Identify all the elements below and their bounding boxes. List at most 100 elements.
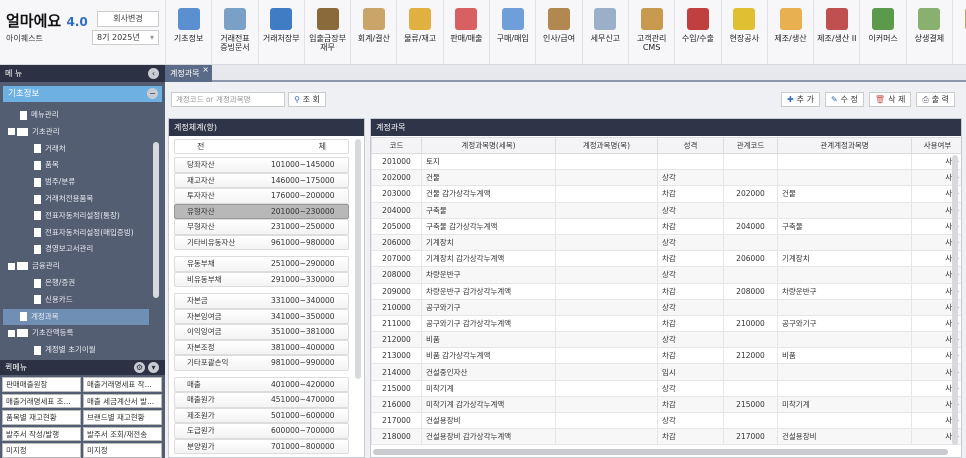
collapse-sidebar-icon[interactable]: ‹ bbox=[148, 68, 159, 79]
quick-menu-item[interactable]: 발주서 작성/발행 bbox=[2, 426, 81, 441]
collapse-icon[interactable] bbox=[8, 329, 15, 337]
search-button[interactable]: ⚲ 조 회 bbox=[288, 92, 326, 107]
module-button[interactable]: 입출금장부 재무 bbox=[303, 0, 350, 64]
account-group-row[interactable]: 당좌자산 101000~145000 bbox=[174, 157, 349, 173]
quick-menu-item[interactable]: 품목별 재고현황 bbox=[2, 410, 81, 425]
column-header[interactable]: 사용여부 bbox=[911, 137, 961, 154]
quick-menu-item[interactable]: 판매매출원장 bbox=[2, 377, 81, 392]
table-row[interactable]: 217000건설용장비상각사용 bbox=[371, 411, 961, 430]
menu-item[interactable]: 범주/분류 bbox=[34, 174, 75, 190]
menu-item[interactable]: 품목 bbox=[34, 157, 59, 173]
table-row[interactable]: 216000미착기계 감가상각누계액차감215000미착기계사용 bbox=[371, 395, 961, 414]
account-group-row[interactable]: 재고자산 146000~175000 bbox=[174, 172, 349, 188]
table-row[interactable]: 213000비품 감가상각누계액차감212000비품사용 bbox=[371, 347, 961, 365]
account-group-row[interactable]: 자본잉여금 341000~350000 bbox=[174, 308, 349, 324]
column-header[interactable]: 계정과목명(세목) bbox=[421, 137, 556, 154]
module-button[interactable]: 부가 bbox=[952, 0, 966, 64]
category-basic-info[interactable]: 기초정보 − bbox=[3, 86, 162, 102]
account-group-row[interactable]: 무형자산 231000~250000 bbox=[174, 219, 349, 235]
menu-item[interactable]: 거래처 bbox=[34, 141, 66, 157]
edit-button[interactable]: ✎ 수 정 bbox=[824, 92, 864, 107]
column-header[interactable]: 코드 bbox=[371, 137, 422, 154]
module-button[interactable]: 구매/매입 bbox=[489, 0, 535, 64]
module-button[interactable]: 제조/생산 bbox=[766, 0, 813, 64]
delete-button[interactable]: 🗑 삭 제 bbox=[868, 92, 912, 107]
menu-item[interactable]: 신용카드 bbox=[34, 292, 73, 308]
table-row[interactable]: 211000공구와기구 감가상각누계액차감210000공구와기구사용 bbox=[371, 314, 961, 333]
quick-menu-item[interactable]: 매출거래명세표 조... bbox=[2, 393, 81, 408]
module-button[interactable]: 세무신고 bbox=[581, 0, 628, 64]
table-row[interactable]: 215000미착기계상각사용 bbox=[371, 379, 961, 397]
period-select[interactable]: 8기 2025년 bbox=[92, 30, 159, 45]
module-button[interactable]: 수입/수출 bbox=[674, 0, 720, 64]
chevron-down-icon[interactable]: ▾ bbox=[148, 362, 159, 373]
table-row[interactable]: 206000기계장치상각사용 bbox=[371, 233, 961, 252]
menu-item[interactable]: 경영보고서관리 bbox=[34, 241, 93, 257]
account-group-row[interactable]: 도급원가 600000~700000 bbox=[174, 423, 349, 439]
table-row[interactable]: 207000기계장치 감가상각누계액차감206000기계장치사용 bbox=[371, 250, 961, 268]
account-group-row[interactable]: 매출원가 451000~470000 bbox=[174, 392, 349, 408]
menu-item[interactable]: 금융관리 bbox=[8, 258, 60, 274]
account-group-row[interactable]: 이익잉여금 351000~381000 bbox=[174, 324, 349, 340]
tree-scrollbar[interactable] bbox=[153, 142, 159, 298]
menu-item[interactable]: 거래처전용품목 bbox=[34, 191, 93, 207]
module-button[interactable]: 인사/급여 bbox=[535, 0, 581, 64]
table-row[interactable]: 204000구축물상각사용 bbox=[371, 201, 961, 219]
table-row[interactable]: 210000공구와기구상각사용 bbox=[371, 298, 961, 316]
menu-item[interactable]: 은행/증권 bbox=[34, 275, 75, 291]
gear-icon[interactable]: ⚙ bbox=[134, 362, 145, 373]
collapse-icon[interactable] bbox=[8, 262, 15, 270]
quick-menu-item[interactable]: 매출거래명세표 작... bbox=[83, 377, 162, 392]
account-group-row[interactable]: 기타포괄손익 981000~990000 bbox=[174, 355, 349, 371]
menu-item[interactable]: 전표자동처리설정(매입증빙) bbox=[34, 225, 134, 241]
module-button[interactable]: 이커머스 bbox=[859, 0, 905, 64]
module-button[interactable]: 회계/결산 bbox=[350, 0, 396, 64]
account-group-row[interactable]: 기타비유동자산 961000~980000 bbox=[174, 234, 349, 250]
menu-item[interactable]: 전표자동처리설정(통장) bbox=[34, 208, 120, 224]
account-group-row[interactable]: 유형자산 201000~230000 bbox=[174, 203, 349, 219]
account-group-row[interactable]: 분양원가 701000~800000 bbox=[174, 438, 349, 454]
close-tab-icon[interactable]: × bbox=[202, 61, 209, 78]
table-row[interactable]: 203000건물 감가상각누계액차감202000건물사용 bbox=[371, 185, 961, 203]
menu-item[interactable]: 메뉴관리 bbox=[20, 107, 59, 123]
table-row[interactable]: 201000토지사용 bbox=[371, 152, 961, 171]
table-horizontal-scrollbar[interactable] bbox=[373, 449, 948, 455]
account-group-row[interactable]: 매출 401000~420000 bbox=[174, 376, 349, 392]
quick-menu-item[interactable]: 브랜드별 재고현황 bbox=[83, 410, 162, 425]
module-button[interactable]: 상생결제 bbox=[905, 0, 952, 64]
group-list-scrollbar[interactable] bbox=[355, 139, 361, 379]
quick-menu-item[interactable]: 미지정 bbox=[2, 443, 81, 458]
table-row[interactable]: 209000차량운반구 감가상각누계액차감208000차량운반구사용 bbox=[371, 282, 961, 300]
collapse-icon[interactable] bbox=[8, 128, 15, 136]
module-button[interactable]: 판매/매출 bbox=[442, 0, 489, 64]
table-row[interactable]: 205000구축물 감가상각누계액차감204000구축물사용 bbox=[371, 217, 961, 235]
module-button[interactable]: 현장공사 bbox=[720, 0, 767, 64]
quick-menu-item[interactable]: 매출 세금계산서 발... bbox=[83, 393, 162, 408]
account-group-row[interactable]: 제조원가 501000~600000 bbox=[174, 407, 349, 423]
column-header[interactable]: 관계코드 bbox=[723, 137, 778, 154]
account-group-row[interactable]: 자본조정 381000~400000 bbox=[174, 339, 349, 355]
table-row[interactable]: 212000비품상각사용 bbox=[371, 331, 961, 349]
account-group-row[interactable]: 자본금 331000~340000 bbox=[174, 293, 349, 309]
column-header[interactable]: 성격 bbox=[657, 137, 724, 154]
collapse-category-icon[interactable]: − bbox=[147, 88, 158, 99]
account-group-row[interactable]: 투자자산 176000~200000 bbox=[174, 188, 349, 204]
menu-item[interactable]: 계정과목 bbox=[3, 308, 149, 325]
add-button[interactable]: ✚ 추 가 bbox=[780, 92, 820, 107]
menu-item[interactable]: 기초관리 bbox=[8, 124, 60, 140]
module-button[interactable]: 거래전표 증빙문서 bbox=[211, 0, 257, 64]
menu-item[interactable]: 기초잔액등록 bbox=[8, 325, 73, 341]
column-header[interactable]: 계정과목명(목) bbox=[555, 137, 658, 154]
change-company-button[interactable]: 회사변경 bbox=[97, 11, 159, 27]
column-header[interactable]: 관계계정과목명 bbox=[777, 137, 912, 154]
account-group-row[interactable]: 유동부채 251000~290000 bbox=[174, 256, 349, 272]
module-button[interactable]: 거래처장부 bbox=[257, 0, 304, 64]
table-row[interactable]: 202000건물상각사용 bbox=[371, 169, 961, 187]
print-button[interactable]: ⎙ 출 력 bbox=[916, 92, 955, 107]
module-button[interactable]: 물류/재고 bbox=[396, 0, 442, 64]
tab-account-subjects[interactable]: 계정과목 × bbox=[165, 65, 212, 82]
quick-menu-item[interactable]: 미지정 bbox=[83, 443, 162, 458]
quick-menu-item[interactable]: 발주서 조회/재전송 bbox=[83, 426, 162, 441]
table-row[interactable]: 208000차량운반구상각사용 bbox=[371, 266, 961, 284]
menu-item[interactable]: 계정별 초기이월 bbox=[34, 342, 96, 358]
